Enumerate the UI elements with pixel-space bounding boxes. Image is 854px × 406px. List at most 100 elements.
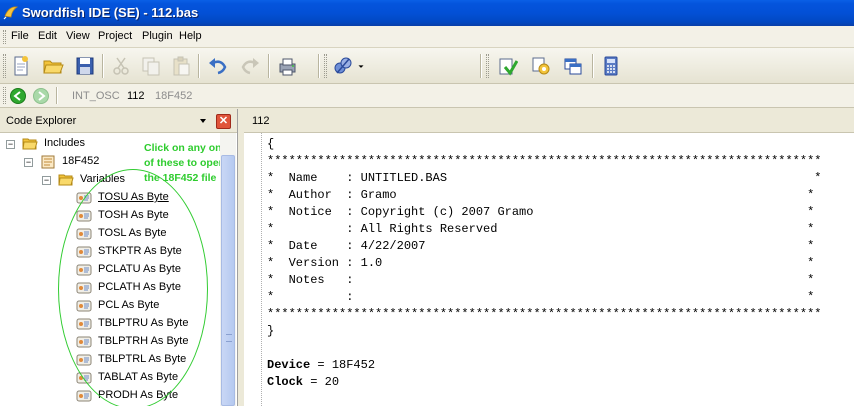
- navbar-grip: [3, 87, 6, 104]
- new-file-button[interactable]: [8, 53, 34, 79]
- code-explorer-header: Code Explorer ✕: [0, 109, 237, 133]
- menu-grip: [3, 30, 6, 44]
- toolbar-separator: [318, 54, 320, 78]
- copy-button[interactable]: [138, 53, 164, 79]
- variable-icon: [76, 228, 92, 240]
- keyword-clock: Clock: [267, 375, 304, 389]
- program-icon: [499, 58, 518, 76]
- tree-node-variable[interactable]: PCLATU As Byte: [0, 261, 200, 279]
- code-line: ****************************************…: [267, 154, 822, 168]
- program-button[interactable]: [494, 53, 520, 79]
- print-button[interactable]: [274, 53, 300, 79]
- windows-button[interactable]: [560, 53, 586, 79]
- variable-icon: [76, 192, 92, 204]
- tree-label-variable: TABLAT As Byte: [98, 371, 179, 383]
- tree-label-variable: PCLATH As Byte: [98, 281, 181, 293]
- tree-label-variable: STKPTR As Byte: [98, 245, 182, 257]
- tree-node-variable[interactable]: TBLPTRH As Byte: [0, 333, 200, 351]
- tree-node-variable[interactable]: TBLPTRU As Byte: [0, 315, 200, 333]
- tree-node-variable[interactable]: TOSU As Byte: [0, 189, 200, 207]
- variable-icon: [76, 210, 92, 222]
- menu-file[interactable]: File: [11, 30, 29, 42]
- toolbar-separator: [102, 54, 104, 78]
- editor-tab-112[interactable]: 112: [252, 115, 270, 127]
- windows-icon: [564, 58, 582, 75]
- code-line: * Author : Gramo *: [267, 188, 815, 202]
- toolbar-separator: [480, 54, 482, 78]
- variable-icon: [76, 246, 92, 258]
- tree-label-variables: Variables: [80, 173, 126, 185]
- tree-label-variable: PCL As Byte: [98, 299, 160, 311]
- collapse-icon[interactable]: −: [6, 140, 15, 149]
- tree-node-variable[interactable]: STKPTR As Byte: [0, 243, 200, 261]
- menu-bar: File Edit View Project Plugin Help: [0, 26, 854, 48]
- tree-label-variable: TOSL As Byte: [98, 227, 167, 239]
- crumb-18f452[interactable]: 18F452: [155, 90, 192, 102]
- menu-view[interactable]: View: [66, 30, 90, 42]
- tree-node-variable[interactable]: PCL As Byte: [0, 297, 200, 315]
- compile-icon: [334, 57, 352, 74]
- crumb-int-osc[interactable]: INT_OSC: [72, 90, 120, 102]
- menu-edit[interactable]: Edit: [38, 30, 57, 42]
- tree-node-variable[interactable]: TABLAT As Byte: [0, 369, 200, 387]
- tree-node-variable[interactable]: TOSL As Byte: [0, 225, 200, 243]
- variable-icon: [76, 372, 92, 384]
- scrollbar-grip: [226, 334, 232, 342]
- compile-button[interactable]: [330, 53, 356, 79]
- variable-icon: [76, 318, 92, 330]
- variable-icon: [76, 354, 92, 366]
- options-button[interactable]: [528, 53, 554, 79]
- code-explorer-title: Code Explorer: [6, 115, 77, 127]
- code-line: * Name : UNTITLED.BAS *: [267, 171, 822, 185]
- toolbar-separator: [592, 54, 594, 78]
- code-line: * Date : 4/22/2007 *: [267, 239, 815, 253]
- tree-label-variable: TBLPTRH As Byte: [98, 335, 189, 347]
- toolbar: [0, 48, 854, 84]
- calculator-button[interactable]: [598, 53, 624, 79]
- new-file-icon: [14, 56, 28, 76]
- save-button[interactable]: [72, 53, 98, 79]
- close-icon[interactable]: ✕: [216, 114, 231, 129]
- forward-arrow-icon[interactable]: [33, 88, 49, 104]
- menu-help[interactable]: Help: [179, 30, 202, 42]
- toolbar-separator: [198, 54, 200, 78]
- tree-label-device: 18F452: [62, 155, 100, 167]
- collapse-icon[interactable]: −: [24, 158, 33, 167]
- open-button[interactable]: [40, 53, 66, 79]
- tree-label-variable: TBLPTRU As Byte: [98, 317, 189, 329]
- paste-button[interactable]: [168, 53, 194, 79]
- tree-node-variable[interactable]: TBLPTRL As Byte: [0, 351, 200, 369]
- menu-project[interactable]: Project: [98, 30, 132, 42]
- tree-node-variable[interactable]: PCLATH As Byte: [0, 279, 200, 297]
- code-line: * : *: [267, 290, 815, 304]
- calculator-icon: [604, 56, 618, 76]
- code-line-clock: Clock = 20: [267, 375, 340, 389]
- scrollbar-thumb[interactable]: [221, 155, 235, 406]
- paste-icon: [173, 56, 190, 76]
- tree-label-includes: Includes: [44, 137, 85, 149]
- compile-dropdown[interactable]: [354, 53, 368, 79]
- tree-label-variable: TBLPTRL As Byte: [98, 353, 187, 365]
- variable-icon: [76, 264, 92, 276]
- redo-icon: [241, 58, 259, 75]
- variable-icon: [76, 300, 92, 312]
- tree-node-variable[interactable]: TOSH As Byte: [0, 207, 200, 225]
- code-line-device: Device = 18F452: [267, 358, 376, 372]
- code-line: * : All Rights Reserved *: [267, 222, 815, 236]
- tree-node-variable[interactable]: PRODH As Byte: [0, 387, 200, 405]
- code-line: {: [267, 137, 275, 151]
- undo-button[interactable]: [205, 53, 231, 79]
- tree-label-variable: TOSH As Byte: [98, 209, 169, 221]
- code-line: * Notice : Copyright (c) 2007 Gramo *: [267, 205, 815, 219]
- folder-open-icon: [58, 174, 74, 186]
- explorer-scrollbar[interactable]: [220, 133, 236, 406]
- collapse-icon[interactable]: −: [42, 176, 51, 185]
- crumb-112[interactable]: 112: [127, 90, 145, 102]
- menu-plugin[interactable]: Plugin: [142, 30, 173, 42]
- redo-button[interactable]: [237, 53, 263, 79]
- chevron-down-icon[interactable]: [200, 119, 206, 123]
- back-arrow-icon[interactable]: [10, 88, 26, 104]
- tree-label-variable: PCLATU As Byte: [98, 263, 181, 275]
- cut-button[interactable]: [108, 53, 134, 79]
- code-editor[interactable]: { **************************************…: [244, 133, 854, 406]
